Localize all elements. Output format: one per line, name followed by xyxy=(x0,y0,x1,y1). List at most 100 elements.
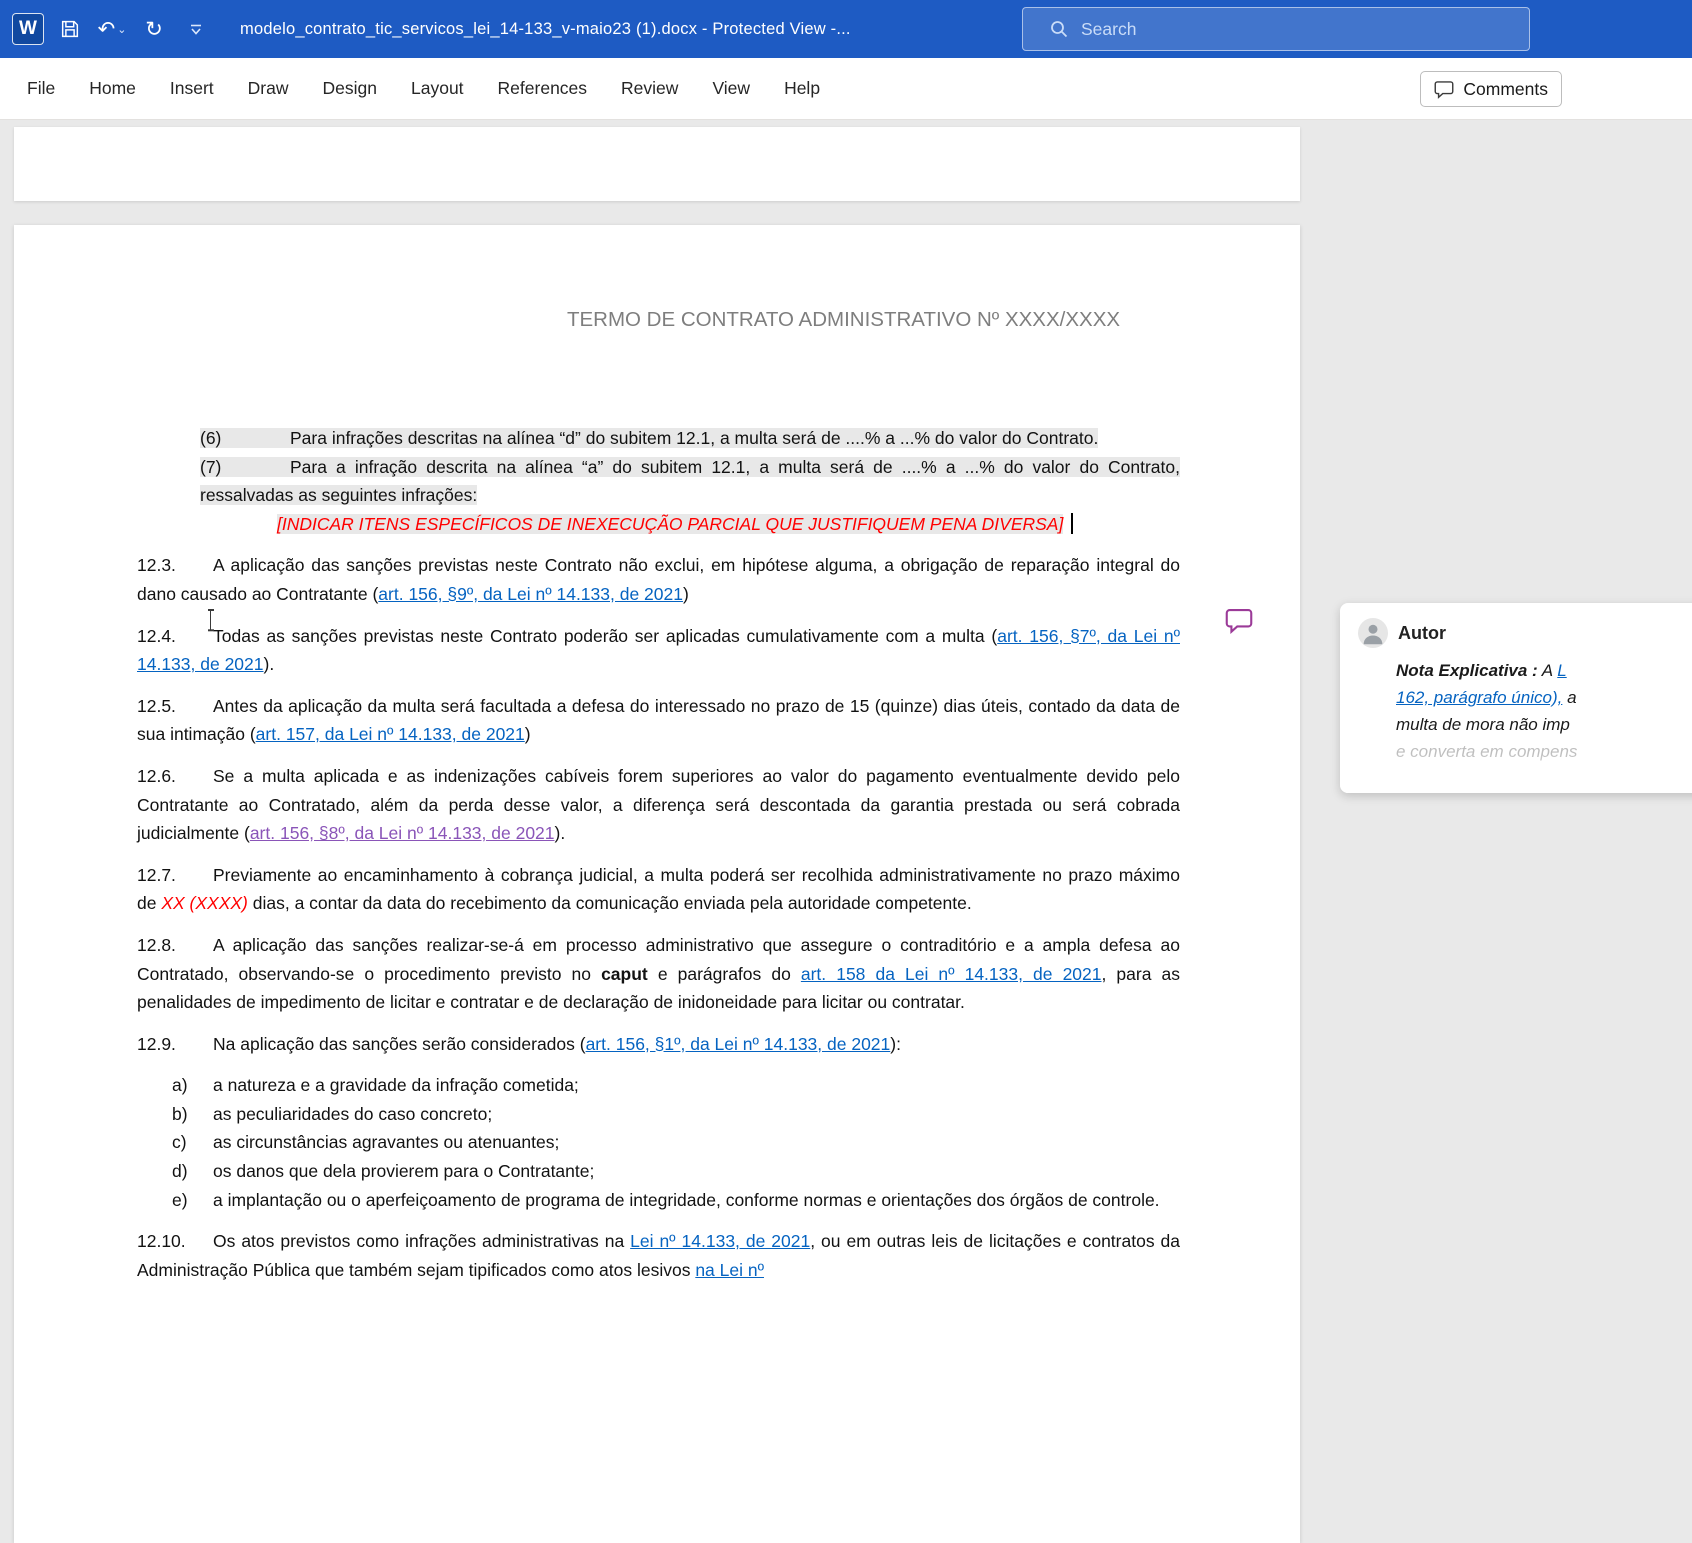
tab-home[interactable]: Home xyxy=(72,58,153,119)
comment-line-3: multa de mora não imp xyxy=(1396,711,1692,738)
clause-7-number: (7) xyxy=(200,453,290,482)
paragraph-12-9-text-end: ): xyxy=(890,1034,901,1054)
comment-body: Nota Explicativa : A L 162, parágrafo ún… xyxy=(1396,657,1692,765)
mouse-ibeam-cursor xyxy=(206,609,215,631)
clause-7: (7)Para a infração descrita na alínea “a… xyxy=(200,453,1180,510)
quick-access-toolbar: W ↶ ⌄ ↻ xyxy=(0,9,214,49)
tab-view[interactable]: View xyxy=(695,58,767,119)
redo-icon[interactable]: ↻ xyxy=(136,9,172,49)
list-item-e-text: a implantação ou o aperfeiçoamento de pr… xyxy=(213,1190,1160,1210)
tab-insert[interactable]: Insert xyxy=(153,58,231,119)
document-title-text: modelo_contrato_tic_servicos_lei_14-133_… xyxy=(240,20,851,39)
comments-button-label: Comments xyxy=(1463,79,1548,100)
paragraph-12-10-number: 12.10. xyxy=(137,1227,213,1256)
tab-help[interactable]: Help xyxy=(767,58,837,119)
comment-bold-label: Nota Explicativa : xyxy=(1396,661,1538,680)
clause-6: (6)Para infrações descritas na alínea “d… xyxy=(200,424,1180,453)
paragraph-12-5-text-end: ) xyxy=(525,724,531,744)
comments-bubble-icon xyxy=(1434,79,1454,99)
word-logo-letter: W xyxy=(12,13,44,45)
paragraph-12-3: 12.3.A aplicação das sanções previstas n… xyxy=(137,551,1180,608)
comment-line-2-text: a xyxy=(1562,688,1576,707)
paragraph-12-9: 12.9.Na aplicação das sanções serão cons… xyxy=(137,1030,1180,1059)
comment-line-1: Nota Explicativa : A L xyxy=(1396,657,1692,684)
search-icon xyxy=(1049,19,1069,39)
tab-references[interactable]: References xyxy=(481,58,605,119)
comment-fade-overlay xyxy=(1340,753,1692,793)
paragraph-12-8-text-mid: e parágrafos do xyxy=(648,964,801,984)
list-item-a-text: a natureza e a gravidade da infração com… xyxy=(213,1075,579,1095)
comment-link-2[interactable]: 162, parágrafo único), xyxy=(1396,688,1562,707)
clause-6-text: Para infrações descritas na alínea “d” d… xyxy=(290,428,1098,448)
paragraph-12-8: 12.8.A aplicação das sanções realizar-se… xyxy=(137,931,1180,1017)
comment-line-2: 162, parágrafo único), a xyxy=(1396,684,1692,711)
clause-6-number: (6) xyxy=(200,424,290,453)
comment-link-1[interactable]: L xyxy=(1557,661,1566,680)
list-item-b-text: as peculiaridades do caso concreto; xyxy=(213,1104,492,1124)
list-item-e: e)a implantação ou o aperfeiçoamento de … xyxy=(172,1186,1180,1215)
placeholder-note: [INDICAR ITENS ESPECÍFICOS DE INEXECUÇÃO… xyxy=(277,510,1180,539)
document-canvas: TERMO DE CONTRATO ADMINISTRATIVO Nº XXXX… xyxy=(0,120,1692,1543)
law-link-na-lei[interactable]: na Lei nº xyxy=(695,1260,764,1280)
tab-review[interactable]: Review xyxy=(604,58,695,119)
text-insertion-caret xyxy=(1071,513,1073,534)
paragraph-12-4-text-end: ). xyxy=(264,654,275,674)
titlebar: W ↶ ⌄ ↻ modelo_contrato_tic_servicos_lei… xyxy=(0,0,1692,58)
list-item-b-letter: b) xyxy=(172,1100,213,1129)
paragraph-12-8-number: 12.8. xyxy=(137,931,213,960)
word-app-icon[interactable]: W xyxy=(10,9,46,49)
paragraph-12-9-number: 12.9. xyxy=(137,1030,213,1059)
tab-layout[interactable]: Layout xyxy=(394,58,481,119)
comment-card[interactable]: Autor Nota Explicativa : A L 162, parágr… xyxy=(1340,603,1692,793)
author-avatar-icon xyxy=(1358,618,1388,648)
comment-line-1-text: A xyxy=(1538,661,1558,680)
list-item-a: a)a natureza e a gravidade da infração c… xyxy=(172,1071,1180,1100)
law-link-14133[interactable]: Lei nº 14.133, de 2021 xyxy=(630,1231,810,1251)
paragraph-12-4-number: 12.4. xyxy=(137,622,213,651)
redo-glyph: ↻ xyxy=(145,19,163,40)
tab-design[interactable]: Design xyxy=(306,58,394,119)
paragraph-12-10: 12.10.Os atos previstos como infrações a… xyxy=(137,1227,1180,1284)
paragraph-12-4-text: Todas as sanções previstas neste Contrat… xyxy=(213,626,997,646)
clause-7-text: Para a infração descrita na alínea “a” d… xyxy=(200,457,1180,506)
paragraph-12-5-number: 12.5. xyxy=(137,692,213,721)
paragraph-12-7-text-end: dias, a contar da data do recebimento da… xyxy=(248,893,972,913)
paragraph-12-3-text-end: ) xyxy=(683,584,689,604)
law-link-156-8[interactable]: art. 156, §8º, da Lei nº 14.133, de 2021 xyxy=(250,823,555,843)
list-item-d: d)os danos que dela provierem para o Con… xyxy=(172,1157,1180,1186)
document-page[interactable]: TERMO DE CONTRATO ADMINISTRATIVO Nº XXXX… xyxy=(14,225,1300,1543)
paragraph-12-7-number: 12.7. xyxy=(137,861,213,890)
list-item-e-letter: e) xyxy=(172,1186,213,1215)
sanction-criteria-list: a)a natureza e a gravidade da infração c… xyxy=(137,1071,1180,1214)
paragraph-12-3-number: 12.3. xyxy=(137,551,213,580)
paragraph-12-4: 12.4.Todas as sanções previstas neste Co… xyxy=(137,622,1180,679)
undo-icon[interactable]: ↶ ⌄ xyxy=(94,9,130,49)
comment-marker-icon[interactable] xyxy=(1225,606,1253,634)
document-heading: TERMO DE CONTRATO ADMINISTRATIVO Nº XXXX… xyxy=(507,307,1180,332)
tab-draw[interactable]: Draw xyxy=(231,58,306,119)
previous-page-bottom xyxy=(14,127,1300,201)
search-input[interactable]: Search xyxy=(1022,7,1530,51)
paragraph-12-6-number: 12.6. xyxy=(137,762,213,791)
list-item-a-letter: a) xyxy=(172,1071,213,1100)
placeholder-note-text: [INDICAR ITENS ESPECÍFICOS DE INEXECUÇÃO… xyxy=(277,514,1063,534)
caput-bold-text: caput xyxy=(601,964,648,984)
law-link-158[interactable]: art. 158 da Lei nº 14.133, de 2021 xyxy=(801,964,1102,984)
paragraph-12-6: 12.6.Se a multa aplicada e as indenizaçõ… xyxy=(137,762,1180,848)
ribbon: File Home Insert Draw Design Layout Refe… xyxy=(0,58,1692,120)
tab-file[interactable]: File xyxy=(10,58,72,119)
law-link-156-9[interactable]: art. 156, §9º, da Lei nº 14.133, de 2021 xyxy=(378,584,683,604)
undo-glyph: ↶ xyxy=(98,19,116,40)
paragraph-12-9-text: Na aplicação das sanções serão considera… xyxy=(213,1034,586,1054)
comments-button[interactable]: Comments xyxy=(1420,71,1562,107)
list-item-b: b)as peculiaridades do caso concreto; xyxy=(172,1100,1180,1129)
placeholder-days-red: XX (XXXX) xyxy=(161,893,248,913)
list-item-c-letter: c) xyxy=(172,1128,213,1157)
qat-customize-icon[interactable] xyxy=(178,9,214,49)
comment-header: Autor xyxy=(1358,618,1692,648)
save-icon[interactable] xyxy=(52,9,88,49)
list-item-c-text: as circunstâncias agravantes ou atenuant… xyxy=(213,1132,559,1152)
law-link-157[interactable]: art. 157, da Lei nº 14.133, de 2021 xyxy=(256,724,525,744)
law-link-156-1[interactable]: art. 156, §1º, da Lei nº 14.133, de 2021 xyxy=(586,1034,891,1054)
paragraph-12-5: 12.5.Antes da aplicação da multa será fa… xyxy=(137,692,1180,749)
